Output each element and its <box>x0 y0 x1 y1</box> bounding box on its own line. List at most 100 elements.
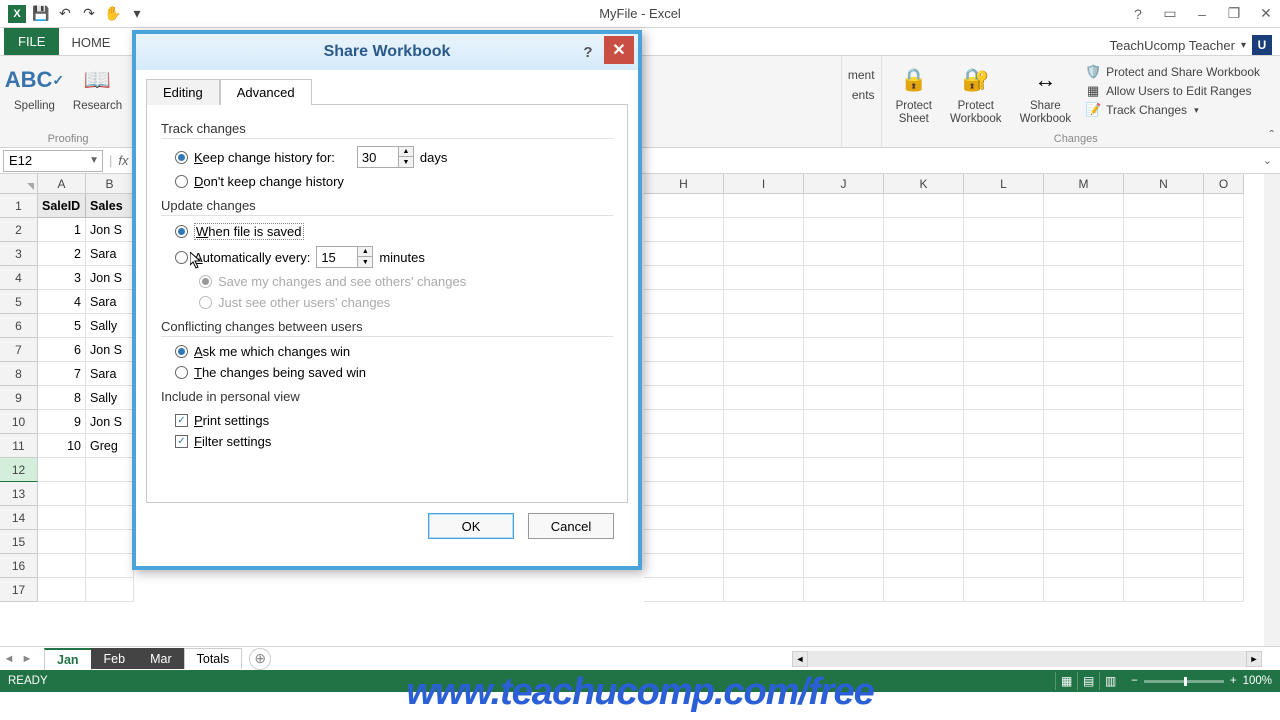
cell[interactable]: SaleID <box>38 194 86 218</box>
restore-icon[interactable]: ❐ <box>1224 4 1244 24</box>
cell[interactable] <box>38 554 86 578</box>
cell[interactable] <box>884 458 964 482</box>
cell[interactable] <box>644 554 724 578</box>
cell[interactable] <box>724 386 804 410</box>
cell[interactable] <box>1124 266 1204 290</box>
cell[interactable] <box>644 266 724 290</box>
cell[interactable]: Sally <box>86 386 134 410</box>
cell[interactable] <box>804 530 884 554</box>
cell[interactable] <box>644 386 724 410</box>
cell[interactable]: Sara <box>86 242 134 266</box>
cell[interactable] <box>884 338 964 362</box>
radio-keep-history[interactable] <box>175 151 188 164</box>
cell[interactable] <box>724 410 804 434</box>
minutes-spinner[interactable]: ▲▼ <box>358 246 373 268</box>
sheet-nav-right-icon[interactable]: ► <box>18 653 36 665</box>
cell[interactable] <box>804 506 884 530</box>
cell[interactable] <box>644 458 724 482</box>
sheet-tab-jan[interactable]: Jan <box>44 648 92 670</box>
cell[interactable] <box>1204 410 1244 434</box>
col-header[interactable]: M <box>1044 174 1124 194</box>
cell[interactable]: Sara <box>86 362 134 386</box>
cell[interactable]: 8 <box>38 386 86 410</box>
cell[interactable] <box>804 578 884 602</box>
cell[interactable] <box>964 410 1044 434</box>
cell[interactable]: 3 <box>38 266 86 290</box>
row-header[interactable]: 10 <box>0 410 38 434</box>
cell[interactable] <box>1044 482 1124 506</box>
cell[interactable] <box>1124 338 1204 362</box>
cell[interactable]: 10 <box>38 434 86 458</box>
cell[interactable] <box>644 434 724 458</box>
cell[interactable] <box>804 458 884 482</box>
cell[interactable] <box>804 194 884 218</box>
cell[interactable] <box>804 218 884 242</box>
cell[interactable] <box>804 386 884 410</box>
col-header[interactable]: B <box>86 174 134 194</box>
fx-icon[interactable]: fx <box>118 153 128 168</box>
cell[interactable] <box>884 314 964 338</box>
cell[interactable] <box>724 242 804 266</box>
col-header[interactable]: K <box>884 174 964 194</box>
cell[interactable] <box>964 242 1044 266</box>
cell[interactable] <box>724 554 804 578</box>
tab-editing[interactable]: Editing <box>146 79 220 105</box>
radio-dont-keep[interactable] <box>175 175 188 188</box>
cell[interactable]: 5 <box>38 314 86 338</box>
cell[interactable] <box>86 506 134 530</box>
horizontal-scrollbar[interactable]: ◄ ► <box>792 651 1262 667</box>
cell[interactable] <box>804 242 884 266</box>
cell[interactable] <box>1124 554 1204 578</box>
cell[interactable] <box>1124 242 1204 266</box>
cell[interactable] <box>884 530 964 554</box>
user-area[interactable]: TeachUcomp Teacher ▾ U <box>1109 35 1272 55</box>
cell[interactable] <box>724 530 804 554</box>
home-tab[interactable]: HOME <box>59 30 122 55</box>
cell[interactable] <box>1124 530 1204 554</box>
cell[interactable] <box>724 218 804 242</box>
cell[interactable] <box>1204 218 1244 242</box>
cell[interactable] <box>724 482 804 506</box>
cell[interactable] <box>1204 362 1244 386</box>
cell[interactable] <box>644 218 724 242</box>
cell[interactable] <box>1204 530 1244 554</box>
cell[interactable] <box>1044 290 1124 314</box>
cell[interactable] <box>964 506 1044 530</box>
sheet-tab-feb[interactable]: Feb <box>91 648 139 669</box>
new-sheet-button[interactable]: ⊕ <box>249 648 271 670</box>
cell[interactable] <box>884 362 964 386</box>
cell[interactable] <box>804 482 884 506</box>
vertical-scrollbar[interactable] <box>1264 174 1280 646</box>
page-layout-view-icon[interactable]: ▤ <box>1077 672 1099 690</box>
cell[interactable] <box>86 578 134 602</box>
cell[interactable] <box>1044 218 1124 242</box>
col-header[interactable]: H <box>644 174 724 194</box>
cell[interactable] <box>644 410 724 434</box>
cell[interactable] <box>884 218 964 242</box>
select-all-corner[interactable] <box>0 174 38 194</box>
cell[interactable] <box>1044 266 1124 290</box>
cell[interactable] <box>1204 434 1244 458</box>
tab-advanced[interactable]: Advanced <box>220 79 312 105</box>
cell[interactable] <box>1204 266 1244 290</box>
research-button[interactable]: 📖 Research <box>69 60 126 115</box>
row-header[interactable]: 2 <box>0 218 38 242</box>
cell[interactable] <box>884 554 964 578</box>
cell[interactable] <box>644 482 724 506</box>
cell[interactable] <box>964 482 1044 506</box>
cell[interactable] <box>804 434 884 458</box>
cell[interactable] <box>1204 506 1244 530</box>
undo-icon[interactable]: ↶ <box>54 3 76 25</box>
cell[interactable] <box>724 578 804 602</box>
row-header[interactable]: 4 <box>0 266 38 290</box>
cell[interactable] <box>884 506 964 530</box>
cell[interactable]: Jon S <box>86 410 134 434</box>
cell[interactable] <box>964 194 1044 218</box>
row-header[interactable]: 1 <box>0 194 38 218</box>
row-header[interactable]: 6 <box>0 314 38 338</box>
row-header[interactable]: 14 <box>0 506 38 530</box>
cell[interactable] <box>1044 362 1124 386</box>
cell[interactable] <box>1124 290 1204 314</box>
cell[interactable] <box>884 434 964 458</box>
cell[interactable] <box>1204 578 1244 602</box>
